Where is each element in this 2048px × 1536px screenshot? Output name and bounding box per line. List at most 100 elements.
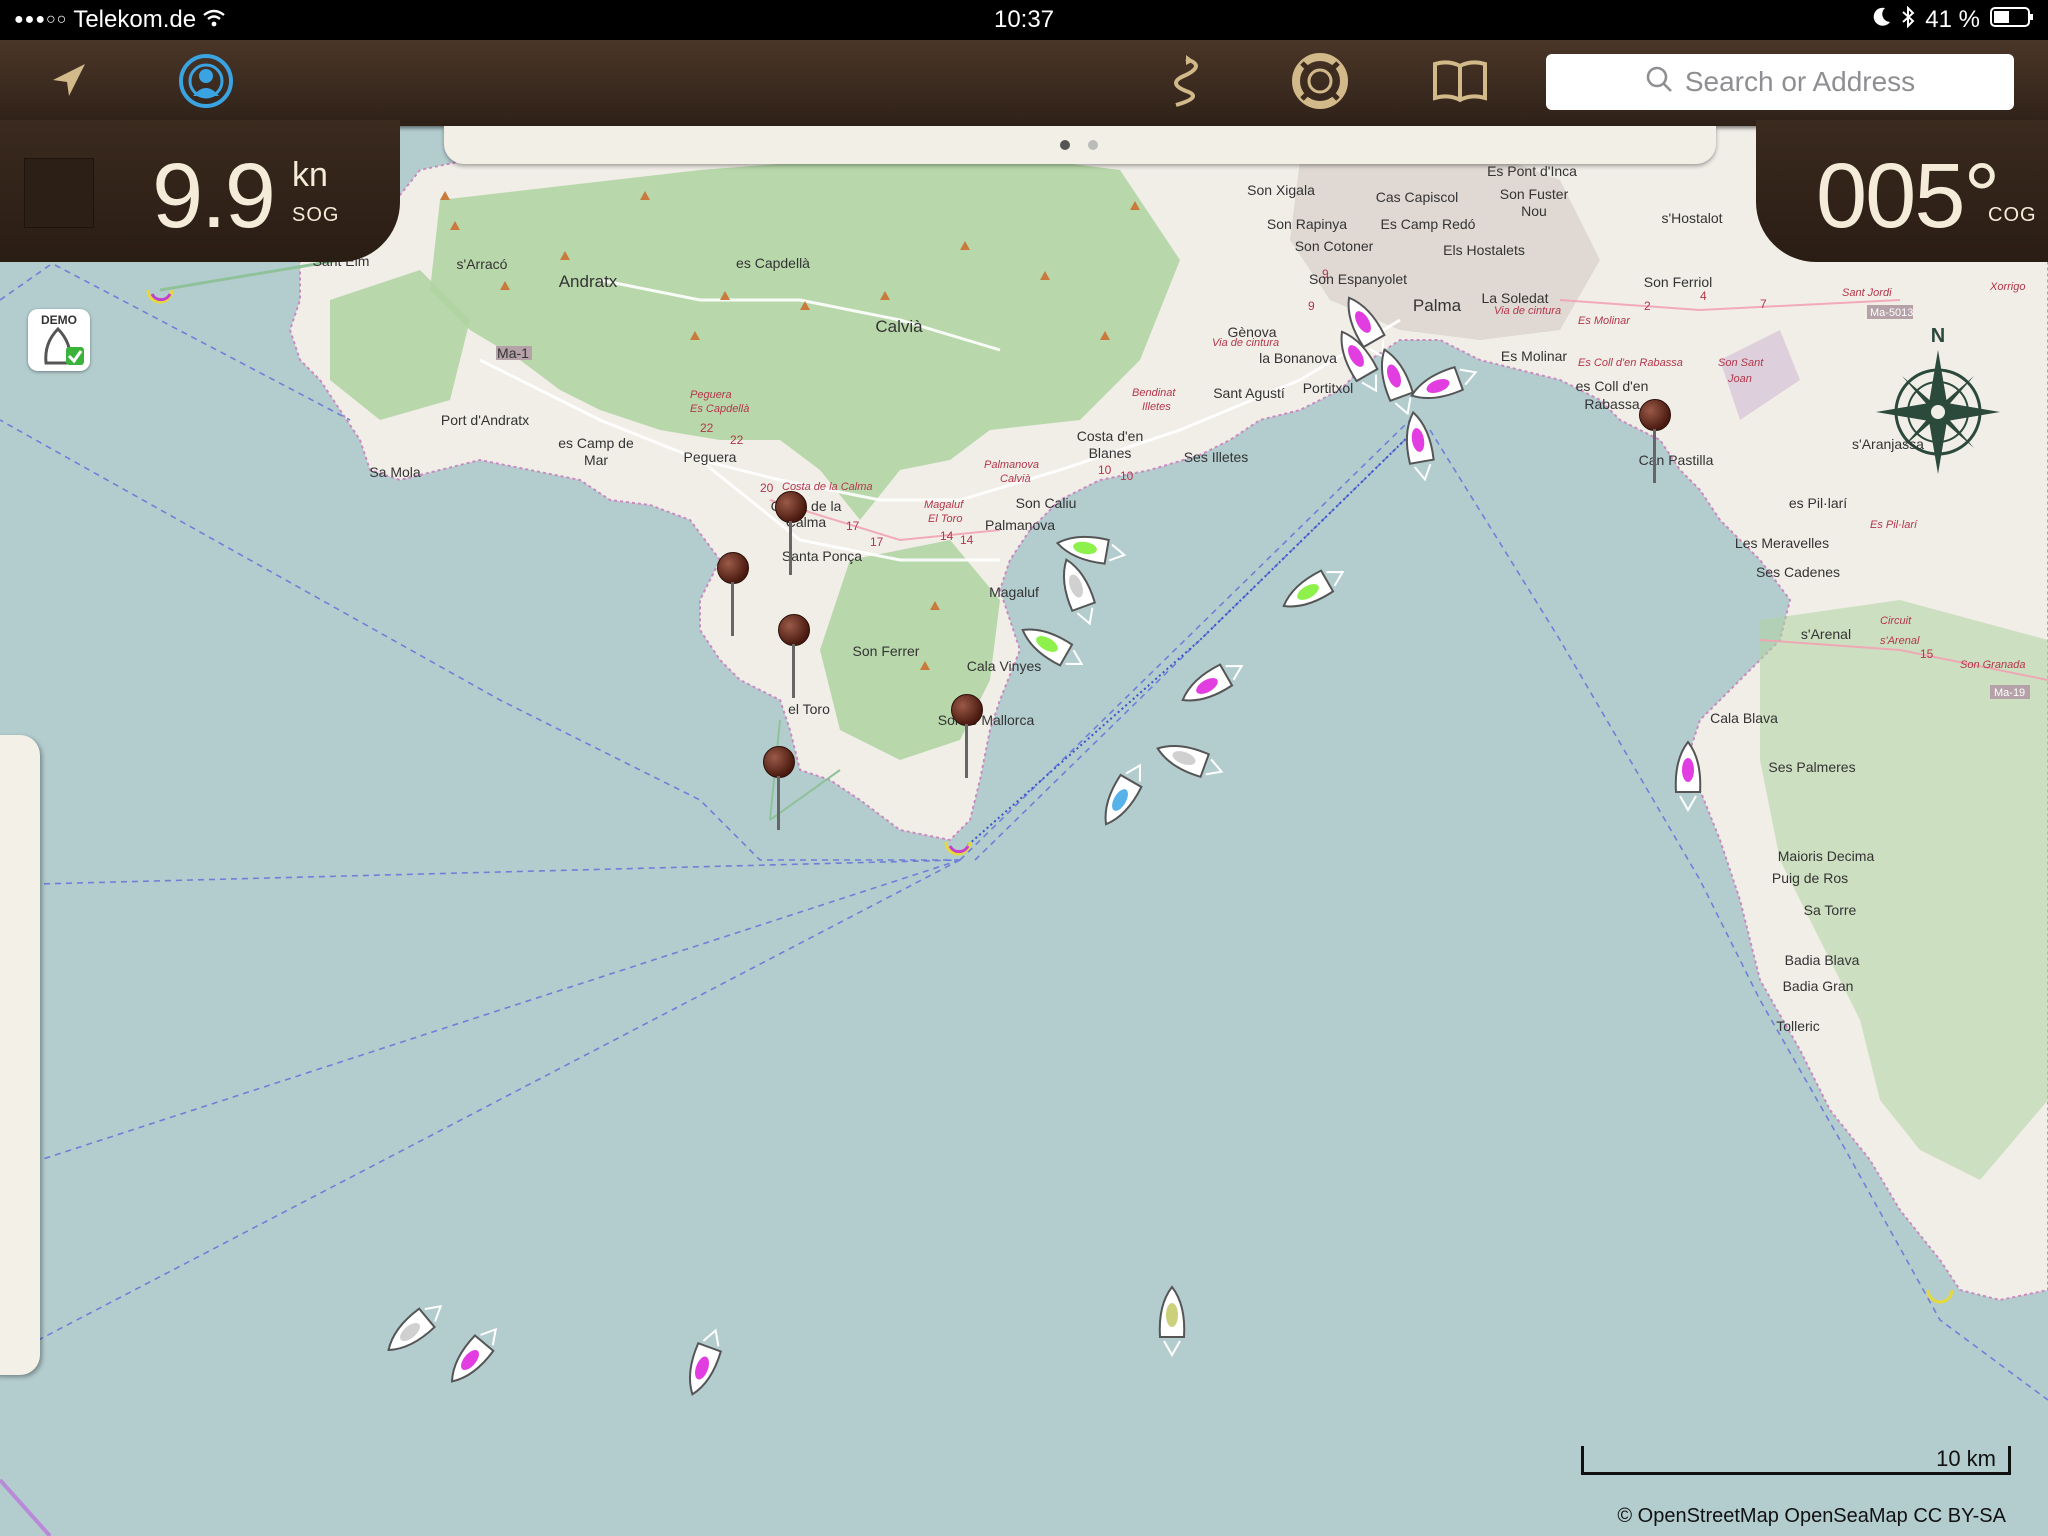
signal-strength-icon: ●●●○○ [14, 11, 68, 28]
place-label: Son Caliu [1015, 495, 1077, 511]
location-arrow-button[interactable] [36, 52, 100, 114]
svg-text:7: 7 [1760, 297, 1767, 311]
map-pin-icon[interactable] [717, 552, 749, 638]
cog-panel[interactable]: 005° COG [1756, 120, 2048, 262]
place-label: Badia Gran [1782, 978, 1854, 994]
place-label: es Capdellà [736, 255, 810, 271]
place-label: Son Fuster [1499, 186, 1569, 202]
search-placeholder: Search or Address [1684, 66, 1916, 97]
place-label: Son Rapinya [1266, 216, 1348, 232]
svg-text:Es Pil·larí: Es Pil·larí [1870, 519, 1918, 531]
place-label: Ses Illetes [1183, 449, 1249, 465]
place-label: s'Aranjassa [1852, 436, 1924, 452]
sog-label: SOG [292, 204, 340, 226]
place-label: Es Pont d'Inca [1487, 163, 1577, 179]
side-drawer-handle[interactable] [0, 735, 40, 1375]
svg-text:Son Sant: Son Sant [1718, 357, 1764, 369]
svg-text:4: 4 [1700, 289, 1707, 303]
place-label: Puig de Ros [1771, 870, 1849, 886]
search-icon [1645, 65, 1673, 100]
page-indicator[interactable] [444, 126, 1716, 164]
svg-text:Bendinat: Bendinat [1132, 387, 1176, 399]
svg-text:10: 10 [1120, 469, 1134, 483]
place-label: Cala Vinyes [966, 658, 1042, 674]
svg-text:22: 22 [730, 433, 744, 447]
svg-text:Es Coll d'en Rabassa: Es Coll d'en Rabassa [1578, 357, 1683, 369]
place-label: Portitxol [1302, 380, 1354, 396]
place-label: Port d'Andratx [440, 412, 530, 428]
place-label: Peguera [683, 449, 737, 465]
place-label: es Coll d'en [1575, 378, 1649, 394]
place-label: Palmanova [984, 517, 1056, 533]
map-stage[interactable]: Peguera Es Capdellà Costa de la Calma Mag… [0, 0, 2048, 1536]
place-label: Son Espanyolet [1308, 271, 1408, 287]
demo-mode-button[interactable]: DEMO [28, 309, 90, 371]
place-label: Rabassa [1584, 396, 1640, 412]
place-label: Nou [1521, 203, 1547, 219]
place-label: s'Arenal [1800, 626, 1852, 642]
place-label: Cas Capiscol [1375, 189, 1459, 205]
svg-text:Es Capdellà: Es Capdellà [690, 403, 749, 415]
place-label: Son Ferrer [852, 643, 920, 659]
map-pin-icon[interactable] [1639, 399, 1671, 485]
map-pin-icon[interactable] [763, 746, 795, 832]
place-label: es Camp de [558, 435, 634, 451]
place-label: Ses Cadenes [1755, 564, 1841, 580]
svg-text:Es Molinar: Es Molinar [1578, 315, 1631, 327]
place-label: Sa Mola [369, 464, 421, 480]
page-dot[interactable] [1088, 140, 1098, 150]
place-label: Ses Palmeres [1768, 759, 1856, 775]
place-label: Sant Agustí [1213, 385, 1285, 401]
page-dot-active[interactable] [1060, 140, 1070, 150]
place-label: Son Ferriol [1643, 274, 1713, 290]
clock: 10:37 [993, 6, 1055, 33]
place-label: s'Hostalot [1661, 210, 1723, 226]
place-label: Es Camp Redó [1380, 216, 1476, 232]
scale-bar: 10 km [1581, 1446, 2011, 1475]
place-label: Gènova [1227, 324, 1277, 340]
svg-text:17: 17 [846, 519, 860, 533]
cog-value: 005° [1816, 145, 2000, 247]
location-arrow-icon [47, 60, 89, 107]
sog-panel[interactable]: 9.9 kn SOG [0, 120, 400, 262]
sog-unit: kn [292, 156, 328, 194]
svg-text:Magaluf: Magaluf [924, 499, 964, 511]
route-button[interactable] [1152, 52, 1216, 114]
place-label: Els Hostalets [1443, 242, 1525, 258]
svg-text:Joan: Joan [1727, 373, 1752, 385]
place-label: Costa d'en [1076, 428, 1144, 444]
map-attribution: © OpenStreetMap OpenSeaMap CC BY-SA [1617, 1505, 2006, 1527]
place-label: Es Molinar [1500, 348, 1568, 364]
place-label: Son Cotoner [1294, 238, 1374, 254]
svg-text:Xorrigo: Xorrigo [1989, 281, 2025, 293]
radar-button[interactable] [174, 52, 238, 114]
battery-percent: 41 % [1925, 6, 1980, 33]
map-pin-icon[interactable] [951, 694, 983, 780]
logbook-button[interactable] [1428, 52, 1492, 114]
map-pin-icon[interactable] [775, 491, 807, 577]
svg-text:N: N [1931, 325, 1945, 347]
svg-text:Illetes: Illetes [1142, 401, 1171, 413]
radar-person-icon [177, 52, 235, 115]
place-label: Sa Torre [1803, 902, 1857, 918]
svg-text:9: 9 [1308, 299, 1315, 313]
place-label: Son Xigala [1247, 182, 1315, 198]
place-label: Magaluf [989, 584, 1039, 600]
place-label: la Bonanova [1259, 350, 1337, 366]
search-input[interactable]: Search or Address [1546, 54, 2014, 110]
svg-text:15: 15 [1920, 647, 1934, 661]
carrier-name: Telekom.de [73, 6, 197, 33]
lifebuoy-button[interactable] [1288, 52, 1352, 114]
wifi-icon [202, 6, 226, 34]
place-label: s'Arracó [456, 256, 508, 272]
place-label: Andratx [558, 272, 618, 291]
svg-text:Circuit: Circuit [1880, 615, 1912, 627]
svg-text:20: 20 [760, 481, 774, 495]
battery-icon [1990, 6, 2034, 35]
svg-text:Calvià: Calvià [1000, 473, 1031, 485]
svg-text:Sant Jordi: Sant Jordi [1842, 287, 1892, 299]
toolbar: Search or Address [0, 40, 2048, 126]
map-pin-icon[interactable] [778, 614, 810, 700]
svg-text:Peguera: Peguera [690, 389, 732, 401]
bluetooth-icon [1901, 5, 1915, 35]
